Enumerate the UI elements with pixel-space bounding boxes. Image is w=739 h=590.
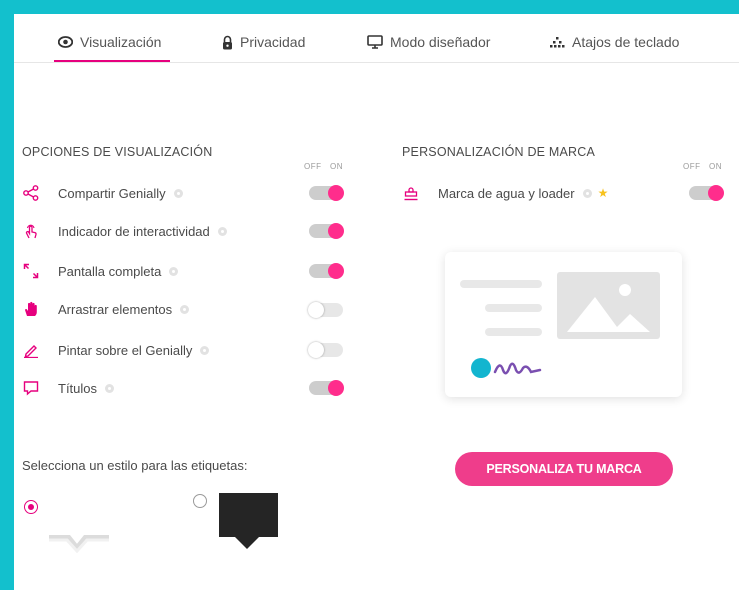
brand-preview-card: [445, 252, 682, 397]
option-titulos: Títulos: [22, 377, 115, 399]
option-label: Arrastrar elementos: [58, 301, 173, 317]
radio-label-style-dark[interactable]: [193, 494, 207, 508]
info-icon[interactable]: [169, 266, 179, 276]
on-label: ON: [709, 162, 722, 171]
brand-preview-illustration: [460, 272, 660, 378]
dark-label-preview[interactable]: [219, 493, 279, 553]
info-icon[interactable]: [582, 188, 592, 198]
on-label: ON: [330, 162, 343, 171]
keyboard-shortcuts-icon: [549, 36, 565, 48]
info-icon[interactable]: [173, 188, 183, 198]
share-icon: [22, 184, 40, 202]
toggle-pantalla-completa[interactable]: [309, 263, 344, 279]
stamp-icon: [402, 184, 420, 202]
toggle-marca-agua[interactable]: [689, 185, 724, 201]
monitor-icon: [367, 35, 383, 49]
tab-privacidad[interactable]: Privacidad: [222, 34, 305, 50]
option-label: Indicador de interactividad: [58, 223, 210, 239]
touch-icon: [22, 222, 40, 240]
option-label: Marca de agua y loader: [438, 185, 575, 201]
option-label: Pintar sobre el Genially: [58, 342, 193, 358]
info-icon[interactable]: [217, 226, 227, 236]
eye-icon: [58, 36, 73, 48]
toggle-titulos[interactable]: [309, 380, 344, 396]
option-compartir-genially: Compartir Genially: [22, 182, 183, 204]
tabs-divider: [14, 62, 739, 63]
tab-label: Visualización: [80, 34, 162, 50]
toggle-pintar-genially[interactable]: [308, 342, 343, 358]
display-options-title: OPCIONES DE VISUALIZACIÓN: [22, 145, 213, 159]
radio-label-style-light[interactable]: [24, 500, 38, 514]
window-frame-top: [0, 0, 739, 14]
option-label: Pantalla completa: [58, 263, 162, 279]
label-style-title: Selecciona un estilo para las etiquetas:: [22, 458, 248, 473]
option-pintar-genially: Pintar sobre el Genially: [22, 339, 210, 361]
tab-visualizacion[interactable]: Visualización: [58, 34, 161, 50]
info-icon[interactable]: [200, 345, 210, 355]
tab-modo-disenador[interactable]: Modo diseñador: [367, 34, 490, 50]
branding-title: PERSONALIZACIÓN DE MARCA: [402, 145, 596, 159]
option-arrastrar-elementos: Arrastrar elementos: [22, 298, 190, 320]
option-label: Compartir Genially: [58, 185, 166, 201]
pencil-icon: [22, 341, 40, 359]
toggle-compartir-genially[interactable]: [309, 185, 344, 201]
active-tab-indicator: [54, 60, 170, 62]
option-pantalla-completa: Pantalla completa: [22, 260, 179, 282]
toggle-arrastrar-elementos[interactable]: [308, 302, 343, 318]
info-icon[interactable]: [180, 304, 190, 314]
tab-atajos-teclado[interactable]: Atajos de teclado: [549, 34, 679, 50]
off-label: OFF: [683, 162, 701, 171]
toggle-indicador-interactividad[interactable]: [309, 223, 344, 239]
speech-bubble-icon: [22, 379, 40, 397]
window-frame-left: [0, 14, 14, 590]
light-label-preview[interactable]: [49, 534, 109, 554]
fullscreen-icon: [22, 262, 40, 280]
tab-label: Atajos de teclado: [572, 34, 680, 50]
info-icon[interactable]: [105, 383, 115, 393]
hand-icon: [22, 300, 40, 318]
option-marca-agua: Marca de agua y loader ★: [402, 182, 608, 204]
personalize-brand-button[interactable]: PERSONALIZA TU MARCA: [455, 452, 673, 486]
star-icon: ★: [597, 186, 609, 200]
tab-label: Modo diseñador: [390, 34, 491, 50]
option-label: Títulos: [58, 380, 98, 396]
option-indicador-interactividad: Indicador de interactividad: [22, 220, 227, 242]
tab-label: Privacidad: [240, 34, 306, 50]
off-label: OFF: [304, 162, 322, 171]
lock-icon: [222, 35, 233, 50]
